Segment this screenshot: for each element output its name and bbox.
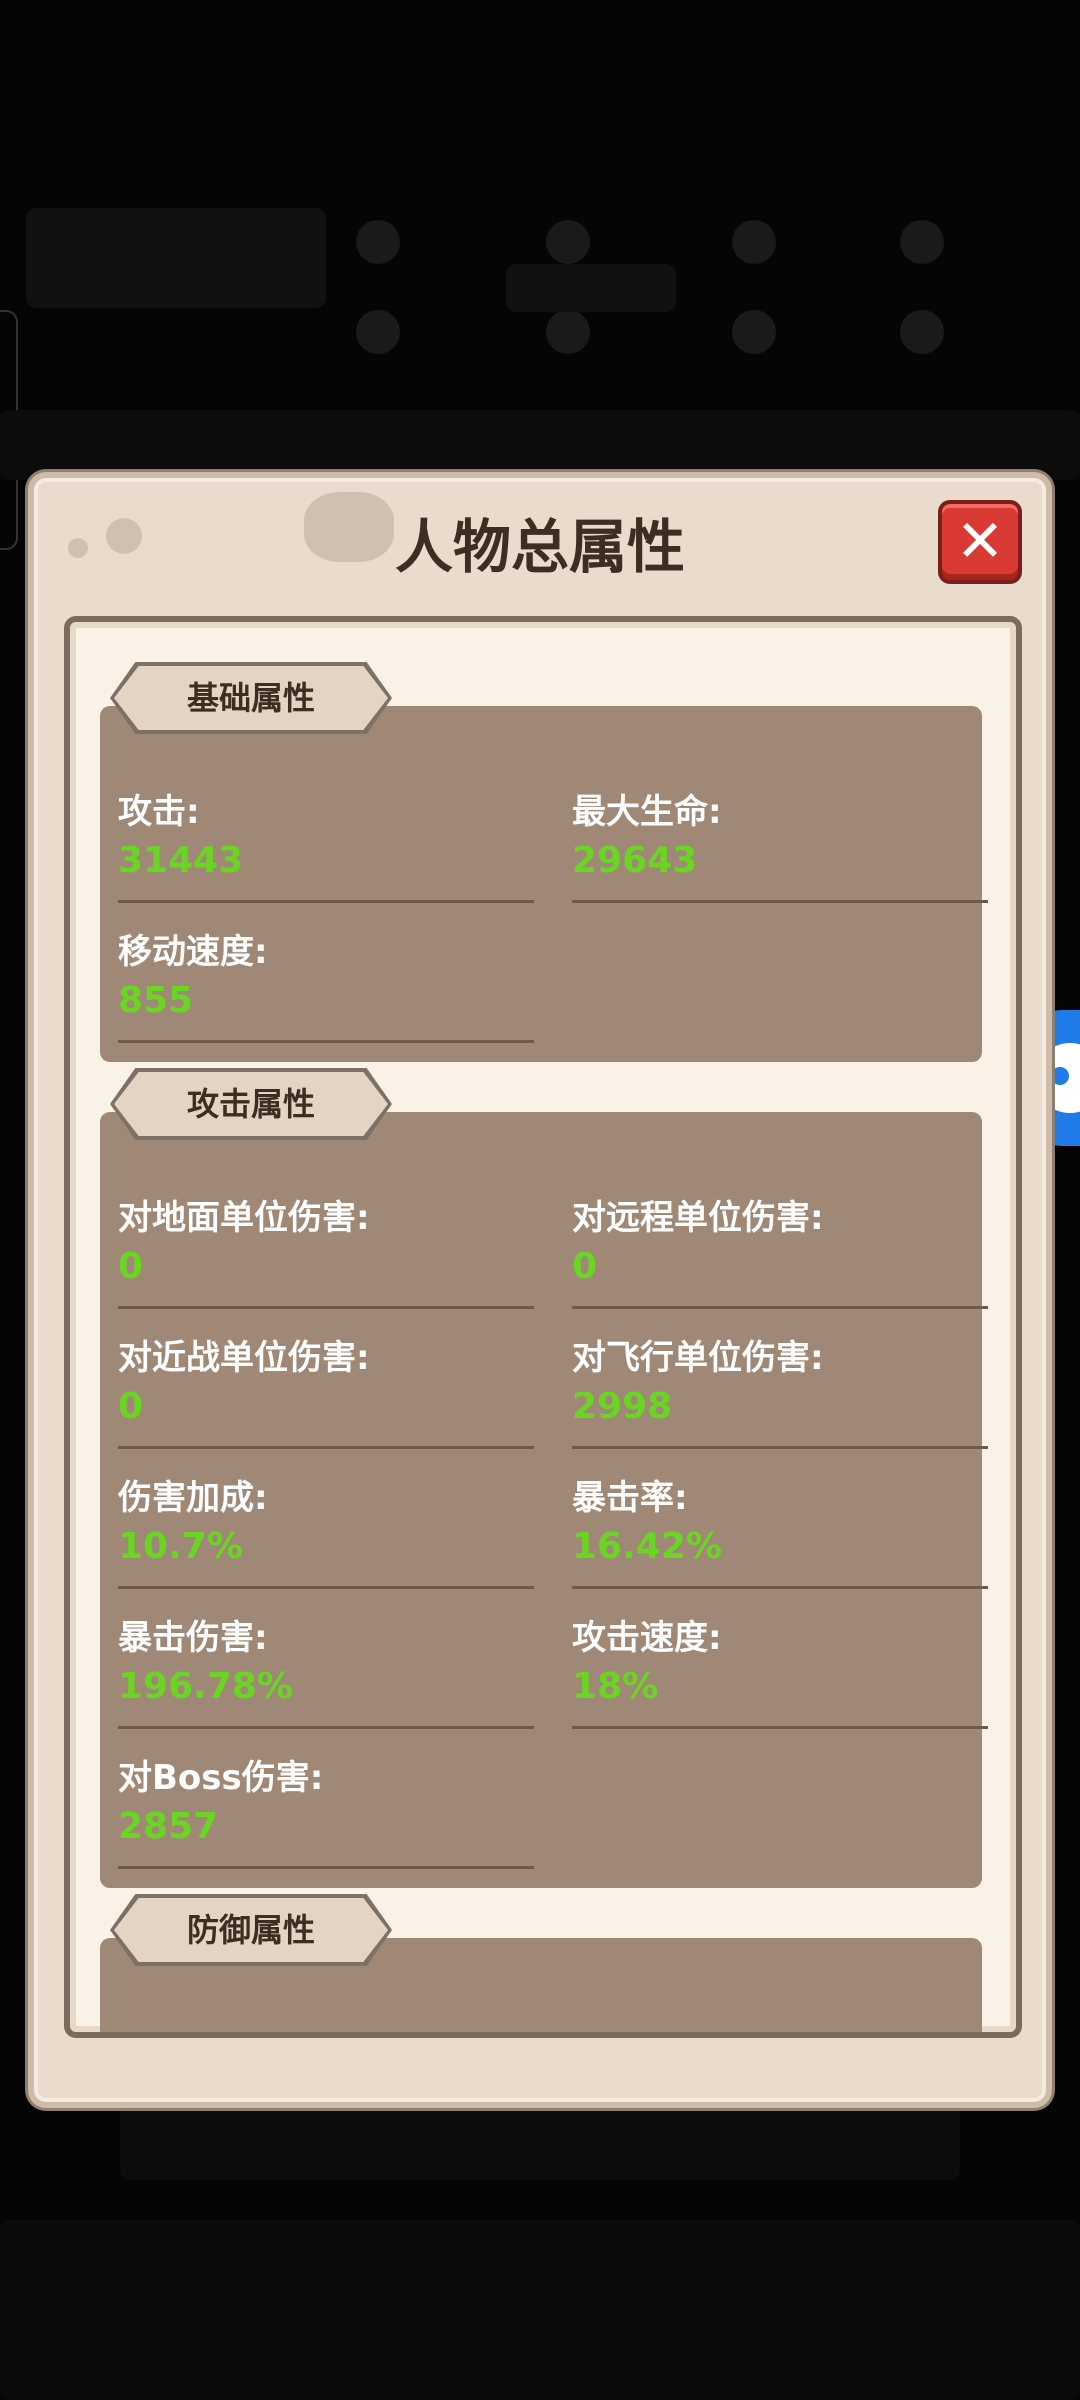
divider <box>572 900 988 903</box>
stat-label: 移动速度: <box>118 932 268 972</box>
defense-attributes-tab: 防御属性 <box>110 1894 392 1966</box>
character-attributes-dialog: 人物总属性 ✕ 攻击: 31443 最大生命: 29643 移动速度: 855 <box>28 472 1052 2108</box>
attributes-scroll-content[interactable]: 攻击: 31443 最大生命: 29643 移动速度: 855 基础属性 对地面… <box>64 616 1022 2038</box>
stat-value: 0 <box>118 1386 144 1427</box>
divider <box>118 1446 534 1449</box>
stat-crit-damage: 暴击伤害: 196.78% <box>118 1604 534 1744</box>
stat-value: 0 <box>118 1246 144 1287</box>
bg-tab-bar <box>0 410 1080 480</box>
bg-bottom-nav <box>0 2220 1080 2400</box>
stat-label: 攻击速度: <box>572 1618 722 1658</box>
divider <box>118 900 534 903</box>
stat-label: 攻击: <box>118 792 200 832</box>
stat-value: 29643 <box>572 840 698 881</box>
bg-resource-icon <box>732 310 776 354</box>
stat-label: 暴击伤害: <box>118 1618 268 1658</box>
bg-resource-icon <box>546 220 590 264</box>
dialog-title: 人物总属性 <box>394 513 685 581</box>
stat-flying-damage: 对飞行单位伤害: 2998 <box>572 1324 988 1464</box>
divider <box>572 1726 988 1729</box>
stat-label: 最大生命: <box>572 792 722 832</box>
stat-label: 对飞行单位伤害: <box>572 1338 824 1378</box>
divider <box>572 1306 988 1309</box>
bg-resource-icon <box>900 220 944 264</box>
bg-bottom-strip <box>120 2100 960 2180</box>
divider <box>572 1586 988 1589</box>
divider <box>118 1726 534 1729</box>
divider <box>118 1306 534 1309</box>
divider <box>118 1866 534 1869</box>
stat-max-hp: 最大生命: 29643 <box>572 778 988 918</box>
stat-label: 暴击率: <box>572 1478 688 1518</box>
bg-resource-icon <box>546 310 590 354</box>
stat-attack-speed: 攻击速度: 18% <box>572 1604 988 1744</box>
close-button[interactable]: ✕ <box>938 500 1022 584</box>
bg-button <box>506 264 676 312</box>
tab-label: 基础属性 <box>186 679 315 717</box>
divider <box>118 1586 534 1589</box>
player-avatar-card <box>26 208 326 308</box>
stat-value: 18% <box>572 1666 659 1707</box>
stat-move-speed: 移动速度: 855 <box>118 918 534 1058</box>
stat-value: 0 <box>572 1246 598 1287</box>
stat-label: 伤害加成: <box>118 1478 268 1518</box>
bg-resource-icon <box>356 310 400 354</box>
bg-resource-icon <box>732 220 776 264</box>
tab-label: 攻击属性 <box>186 1085 315 1123</box>
stat-value: 2857 <box>118 1806 219 1847</box>
stat-crit-rate: 暴击率: 16.42% <box>572 1464 988 1604</box>
stat-ranged-damage: 对远程单位伤害: 0 <box>572 1184 988 1324</box>
stat-boss-damage: 对Boss伤害: 2857 <box>118 1744 534 1884</box>
stat-value: 2998 <box>572 1386 673 1427</box>
stat-value: 855 <box>118 980 194 1021</box>
attack-attributes-panel: 对地面单位伤害: 0 对远程单位伤害: 0 对近战单位伤害: 0 对飞行单位伤害… <box>100 1112 988 1888</box>
stat-value: 10.7% <box>118 1526 243 1567</box>
stat-label: 对远程单位伤害: <box>572 1198 824 1238</box>
stat-label: 对近战单位伤害: <box>118 1338 370 1378</box>
attack-attributes-tab: 攻击属性 <box>110 1068 392 1140</box>
stat-ground-damage: 对地面单位伤害: 0 <box>118 1184 534 1324</box>
stat-value: 16.42% <box>572 1526 722 1567</box>
bg-resource-icon <box>900 310 944 354</box>
bg-resource-icon <box>356 220 400 264</box>
divider <box>118 1040 534 1043</box>
stat-label: 对Boss伤害: <box>118 1758 324 1798</box>
stat-value: 196.78% <box>118 1666 293 1707</box>
basic-attributes-panel: 攻击: 31443 最大生命: 29643 移动速度: 855 <box>100 706 988 1062</box>
tab-label: 防御属性 <box>186 1911 315 1949</box>
stat-label: 对地面单位伤害: <box>118 1198 370 1238</box>
stat-attack: 攻击: 31443 <box>118 778 534 918</box>
basic-attributes-tab: 基础属性 <box>110 662 392 734</box>
close-x-icon: ✕ <box>955 507 1005 575</box>
stat-melee-damage: 对近战单位伤害: 0 <box>118 1324 534 1464</box>
stat-damage-bonus: 伤害加成: 10.7% <box>118 1464 534 1604</box>
divider <box>572 1446 988 1449</box>
stat-value: 31443 <box>118 840 244 881</box>
